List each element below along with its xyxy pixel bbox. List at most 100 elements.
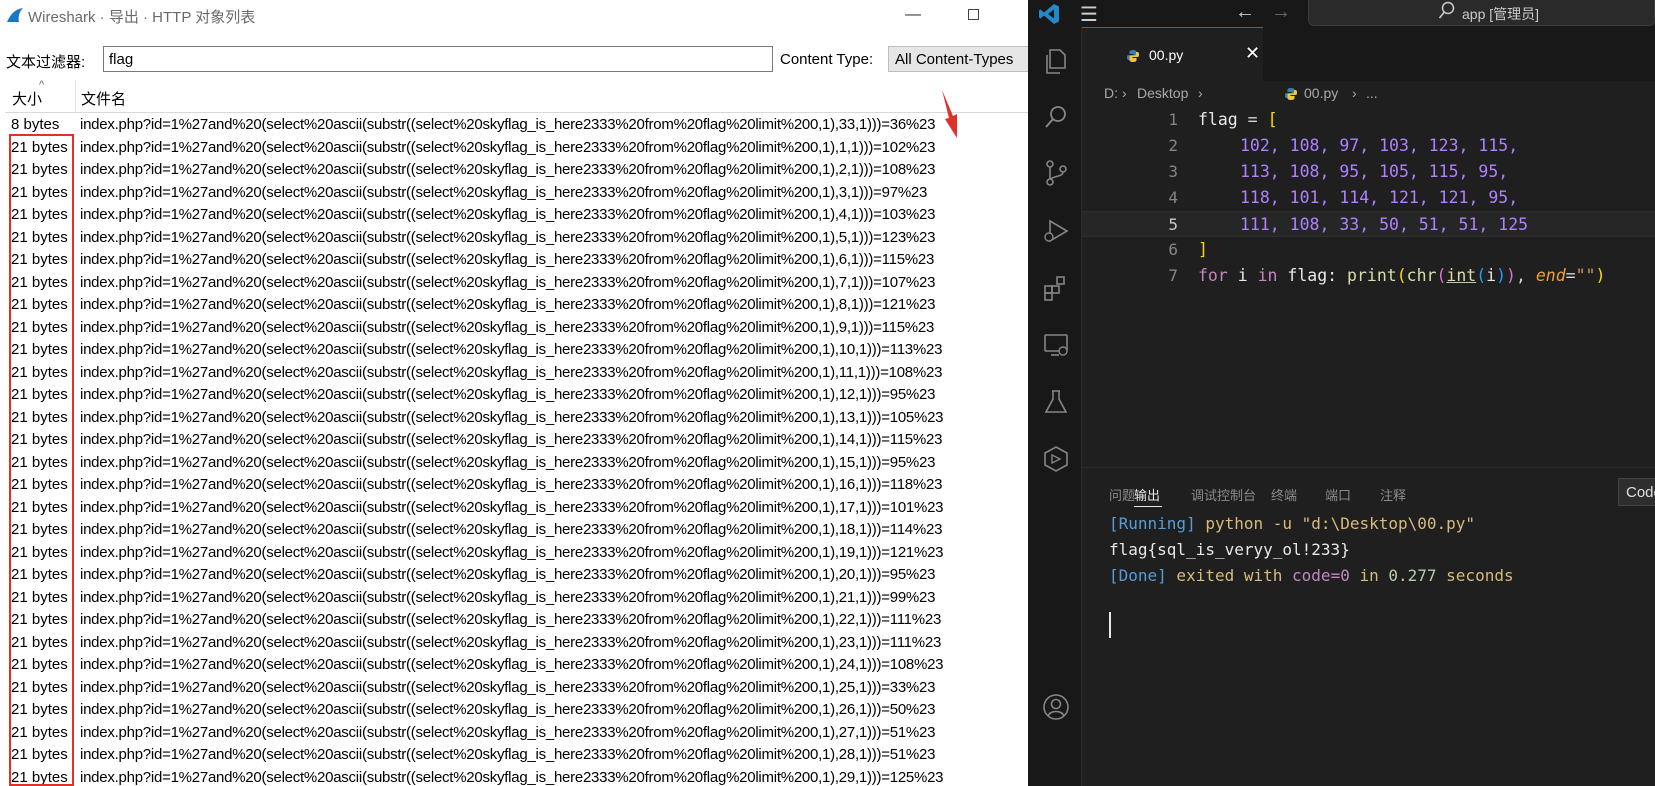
table-row[interactable]: 21 bytes index.php?id=1%27and%20(select%2… — [5, 744, 1028, 767]
filter-bar: 文本过滤器: Content Type: All Content-Types — [0, 44, 1028, 74]
table-row[interactable]: 21 bytes index.php?id=1%27and%20(select%2… — [5, 542, 1028, 565]
tab-output[interactable]: 输出 — [1134, 485, 1160, 504]
explorer-files-icon[interactable] — [1041, 46, 1071, 76]
table-row[interactable]: 21 bytes index.php?id=1%27and%20(select%2… — [5, 474, 1028, 497]
table-row[interactable]: 21 bytes index.php?id=1%27and%20(select%2… — [5, 182, 1028, 205]
maximize-button[interactable] — [958, 4, 988, 26]
table-row[interactable]: 21 bytes index.php?id=1%27and%20(select%2… — [5, 227, 1028, 250]
filename-cell: index.php?id=1%27and%20(select%20ascii(s… — [80, 633, 942, 651]
source-control-icon[interactable] — [1041, 158, 1071, 188]
table-row[interactable]: 21 bytes index.php?id=1%27and%20(select%2… — [5, 272, 1028, 295]
table-row[interactable]: 21 bytes index.php?id=1%27and%20(select%2… — [5, 519, 1028, 542]
table-row[interactable]: 21 bytes index.php?id=1%27and%20(select%2… — [5, 654, 1028, 677]
command-center-search[interactable]: app [管理员] — [1308, 0, 1655, 26]
tab-problems[interactable]: 问题 — [1109, 485, 1135, 504]
forward-arrow-icon[interactable]: → — [1271, 1, 1291, 24]
remote-explorer-icon[interactable] — [1041, 330, 1071, 360]
table-header: 大小 ^ 文件名 — [5, 79, 1028, 113]
size-cell: 21 bytes — [11, 588, 68, 606]
table-row[interactable]: 21 bytes index.php?id=1%27and%20(select%2… — [5, 362, 1028, 385]
table-row[interactable]: 21 bytes index.php?id=1%27and%20(select%2… — [5, 429, 1028, 452]
maximize-icon — [967, 9, 979, 21]
token-bracket: ) — [1506, 266, 1516, 285]
menu-icon[interactable]: ☰ — [1080, 2, 1098, 27]
table-row[interactable]: 21 bytes index.php?id=1%27and%20(select%2… — [5, 137, 1028, 160]
size-cell: 21 bytes — [11, 206, 68, 223]
column-header-size[interactable]: 大小 ^ — [5, 79, 76, 113]
code-line: 1 flag = [ — [1082, 107, 1655, 133]
filter-input[interactable] — [103, 46, 773, 72]
title-bar: Wireshark · 导出 · HTTP 对象列表 — — [0, 0, 1028, 30]
table-row[interactable]: 21 bytes index.php?id=1%27and%20(select%2… — [5, 339, 1028, 362]
size-cell: 21 bytes — [11, 746, 68, 763]
table-row[interactable]: 21 bytes index.php?id=1%27and%20(select%2… — [5, 452, 1028, 475]
breadcrumb-file[interactable]: 00.py — [1304, 85, 1338, 101]
breadcrumb-more[interactable]: ... — [1366, 85, 1378, 101]
token-numbers: 102, 108, 97, 103, 123, 115, — [1240, 136, 1519, 155]
table-row[interactable]: 21 bytes index.php?id=1%27and%20(select%2… — [5, 317, 1028, 340]
search-icon[interactable] — [1041, 102, 1071, 132]
extensions-icon[interactable] — [1041, 273, 1071, 303]
table-row[interactable]: 21 bytes index.php?id=1%27and%20(select%2… — [5, 677, 1028, 700]
breadcrumb-separator-icon: › — [1198, 85, 1203, 101]
token-keyword: in — [1257, 266, 1278, 285]
column-header-filename[interactable]: 文件名 — [81, 88, 126, 109]
table-row[interactable]: 8 bytes index.php?id=1%27and%20(select%20… — [5, 114, 1028, 137]
table-row[interactable]: 21 bytes index.php?id=1%27and%20(select%2… — [5, 699, 1028, 722]
table-row[interactable]: 21 bytes index.php?id=1%27and%20(select%2… — [5, 564, 1028, 587]
size-cell: 21 bytes — [11, 251, 68, 268]
table-row[interactable]: 21 bytes index.php?id=1%27and%20(select%2… — [5, 249, 1028, 272]
table-body: 8 bytes index.php?id=1%27and%20(select%20… — [5, 114, 1028, 786]
extension-panel-icon[interactable] — [1041, 444, 1071, 474]
output-line: flag{sql_is_veryy_ol!233} — [1109, 540, 1350, 559]
table-row[interactable]: 21 bytes index.php?id=1%27and%20(select%2… — [5, 294, 1028, 317]
token-variable: i — [1486, 266, 1497, 285]
breadcrumb-drive[interactable]: D: — [1104, 85, 1118, 101]
filename-cell: index.php?id=1%27and%20(select%20ascii(s… — [80, 566, 936, 583]
table-row[interactable]: 21 bytes index.php?id=1%27and%20(select%2… — [5, 204, 1028, 227]
output-exit-code: code=0 — [1292, 566, 1350, 585]
output-channel-select[interactable]: Code — [1618, 478, 1655, 506]
tab-label: 00.py — [1149, 47, 1184, 63]
line-number: 6 — [1168, 240, 1178, 259]
table-row[interactable]: 21 bytes index.php?id=1%27and%20(select%2… — [5, 767, 1028, 786]
line-number: 1 — [1168, 110, 1178, 129]
code-line: 2 102, 108, 97, 103, 123, 115, — [1082, 133, 1655, 159]
account-icon[interactable] — [1041, 692, 1071, 722]
code-line: 7 for i in flag: print(chr(int(i)), end=… — [1082, 263, 1655, 289]
table-row[interactable]: 21 bytes index.php?id=1%27and%20(select%2… — [5, 609, 1028, 632]
back-arrow-icon[interactable]: ← — [1235, 1, 1255, 24]
line-number: 4 — [1168, 188, 1178, 207]
close-icon[interactable]: ✕ — [1245, 43, 1260, 64]
tab-ports[interactable]: 端口 — [1325, 485, 1351, 504]
table-row[interactable]: 21 bytes index.php?id=1%27and%20(select%2… — [5, 497, 1028, 520]
filename-cell: index.php?id=1%27and%20(select%20ascii(s… — [80, 521, 943, 538]
size-cell: 21 bytes — [11, 408, 68, 426]
table-row[interactable]: 21 bytes index.php?id=1%27and%20(select%2… — [5, 632, 1028, 655]
tab-terminal[interactable]: 终端 — [1271, 485, 1297, 504]
table-row[interactable]: 21 bytes index.php?id=1%27and%20(select%2… — [5, 384, 1028, 407]
size-cell: 21 bytes — [11, 476, 68, 493]
content-type-select[interactable]: All Content-Types — [888, 46, 1028, 72]
column-size-label: 大小 — [12, 91, 43, 108]
table-row[interactable]: 21 bytes index.php?id=1%27and%20(select%2… — [5, 587, 1028, 610]
tab-debug-console[interactable]: 调试控制台 — [1191, 485, 1256, 504]
tab-comments[interactable]: 注释 — [1380, 485, 1406, 504]
filename-cell: index.php?id=1%27and%20(select%20ascii(s… — [80, 251, 935, 268]
size-cell: 21 bytes — [11, 678, 68, 696]
minimize-button[interactable]: — — [898, 4, 928, 26]
token-bracket: ) — [1595, 266, 1606, 285]
run-and-debug-icon[interactable] — [1041, 216, 1071, 246]
code-editor[interactable]: 1 flag = [ 2 102, 108, 97, 103, 123, 115… — [1082, 107, 1655, 467]
window-title: Wireshark · 导出 · HTTP 对象列表 — [28, 9, 256, 26]
tab-00-py[interactable]: 00.py ✕ — [1082, 27, 1263, 81]
token-variable: i — [1227, 266, 1258, 285]
breadcrumb-folder[interactable]: Desktop — [1137, 85, 1188, 101]
filename-cell: index.php?id=1%27and%20(select%20ascii(s… — [80, 611, 942, 628]
testing-flask-icon[interactable] — [1041, 387, 1071, 417]
table-row[interactable]: 21 bytes index.php?id=1%27and%20(select%2… — [5, 159, 1028, 182]
line-code: 118, 101, 114, 121, 121, 95, — [1240, 188, 1518, 207]
table-row[interactable]: 21 bytes index.php?id=1%27and%20(select%2… — [5, 722, 1028, 745]
python-file-icon — [1285, 88, 1297, 100]
table-row[interactable]: 21 bytes index.php?id=1%27and%20(select%2… — [5, 407, 1028, 430]
